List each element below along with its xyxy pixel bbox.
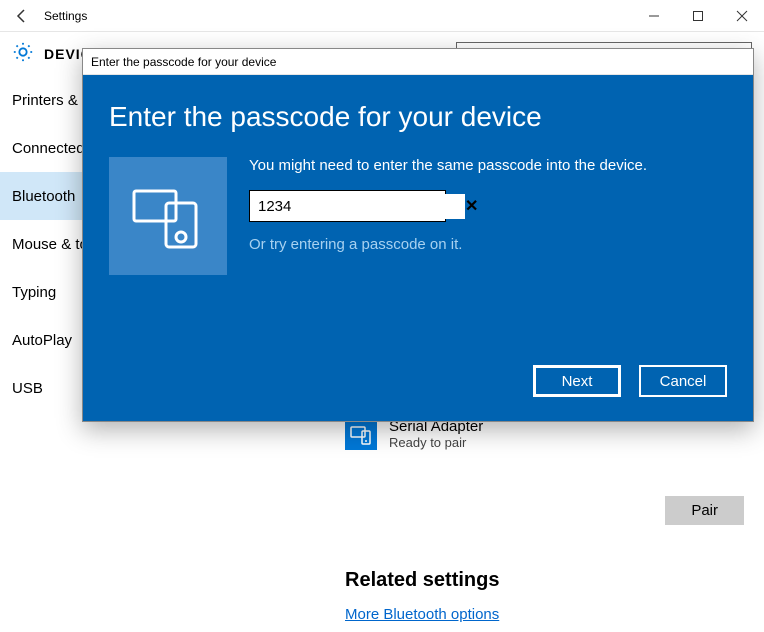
- dialog-message: You might need to enter the same passcod…: [249, 157, 727, 174]
- window-title: Settings: [44, 9, 632, 23]
- cancel-button[interactable]: Cancel: [639, 365, 727, 397]
- sidebar-item-label: AutoPlay: [12, 332, 72, 349]
- dialog-title: Enter the passcode for your device: [109, 101, 727, 133]
- dialog-alt-message: Or try entering a passcode on it.: [249, 236, 727, 253]
- related-heading: Related settings: [345, 569, 752, 592]
- close-button[interactable]: [720, 0, 764, 32]
- minimize-button[interactable]: [632, 0, 676, 32]
- more-bluetooth-link[interactable]: More Bluetooth options: [345, 606, 499, 623]
- sidebar-item-label: Bluetooth: [12, 188, 75, 205]
- maximize-button[interactable]: [676, 0, 720, 32]
- gear-icon: [12, 41, 34, 68]
- device-status: Ready to pair: [389, 435, 483, 450]
- sidebar-item-label: Typing: [12, 284, 56, 301]
- pair-button[interactable]: Pair: [665, 496, 744, 525]
- pairing-icon: [109, 157, 227, 275]
- passcode-input[interactable]: [250, 194, 465, 219]
- device-icon: [345, 418, 377, 450]
- back-button[interactable]: [0, 0, 44, 32]
- dialog-header: Enter the passcode for your device: [83, 49, 753, 75]
- passcode-dialog: Enter the passcode for your device Enter…: [82, 48, 754, 422]
- passcode-input-wrapper[interactable]: ✕: [249, 190, 446, 222]
- sidebar-item-label: USB: [12, 380, 43, 397]
- clear-icon[interactable]: ✕: [465, 191, 478, 221]
- next-button[interactable]: Next: [533, 365, 621, 397]
